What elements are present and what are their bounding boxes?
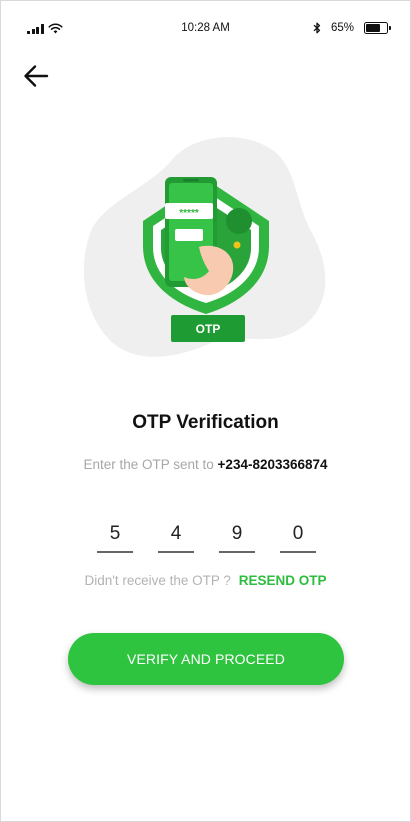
otp-digit-4[interactable]: 0	[280, 521, 316, 553]
otp-input-row: 5 4 9 0	[97, 521, 319, 553]
otp-digit-1[interactable]: 5	[97, 521, 133, 553]
otp-illustration: ***** OTP	[81, 131, 331, 367]
resend-question: Didn't receive the OTP ?	[84, 573, 231, 588]
back-button[interactable]	[21, 61, 55, 91]
bluetooth-icon	[313, 22, 321, 34]
otp-digit-2[interactable]: 4	[158, 521, 194, 553]
resend-otp-link[interactable]: RESEND OTP	[239, 573, 327, 588]
arrow-left-icon	[24, 65, 49, 87]
verify-and-proceed-button[interactable]: VERIFY AND PROCEED	[68, 633, 344, 685]
page-title: OTP Verification	[132, 412, 279, 433]
status-bar: 10:28 AM 65%	[1, 1, 410, 59]
otp-instruction: Enter the OTP sent to +234-8203366874	[1, 457, 410, 472]
status-right: 65%	[313, 22, 391, 34]
resend-row: Didn't receive the OTP ? RESEND OTP	[1, 573, 410, 588]
otp-digit-3[interactable]: 9	[219, 521, 255, 553]
otp-badge-label: OTP	[196, 322, 221, 336]
instruction-text: Enter the OTP sent to	[83, 457, 214, 472]
battery-percent: 65%	[330, 22, 354, 34]
battery-icon	[364, 22, 391, 34]
password-mask: *****	[179, 208, 199, 219]
otp-screen: 10:28 AM 65% ***** OTP OTP Verification …	[0, 0, 411, 822]
otp-illustration-graphic: ***** OTP	[83, 137, 326, 357]
phone-number: +234-8203366874	[217, 457, 328, 472]
